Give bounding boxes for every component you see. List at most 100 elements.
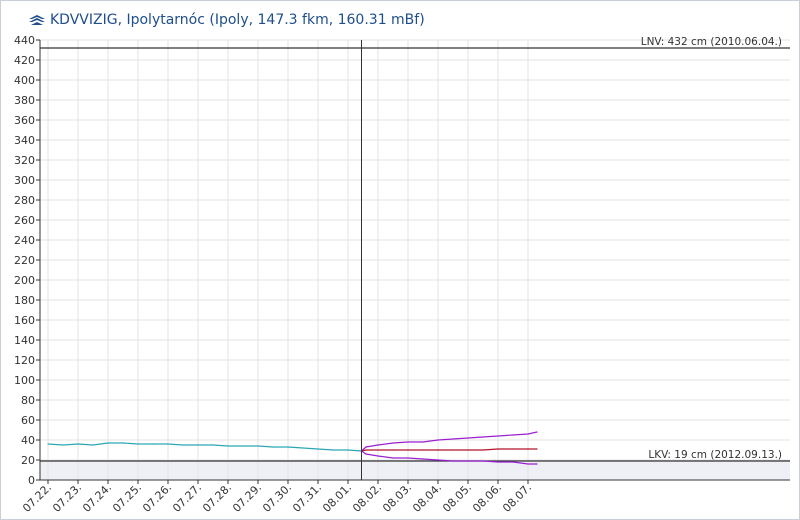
series-point-2	[422, 449, 424, 451]
series-point-1	[497, 435, 499, 437]
series-point-2	[452, 449, 454, 451]
x-tick-label: 07.22.	[20, 481, 54, 515]
y-tick-label: 280	[14, 194, 35, 207]
y-tick-label: 200	[14, 274, 35, 287]
water-level-chart: 0 20 40 60 80 100 120 140 160 180 200 220 240 260 280 3…	[14, 34, 790, 515]
x-tick-label: 08.02.	[350, 481, 384, 515]
x-tick-label: 07.23.	[50, 481, 84, 515]
series-point-0	[122, 442, 124, 444]
y-tick-label: 120	[14, 354, 35, 367]
x-tick-label: 07.25.	[110, 481, 144, 515]
series-point-2	[407, 449, 409, 451]
x-tick-label: 08.03.	[380, 481, 414, 515]
series-point-2	[377, 449, 379, 451]
series-point-3	[467, 460, 469, 462]
series-point-3	[497, 461, 499, 463]
x-tick-label: 07.27.	[170, 481, 204, 515]
x-tick-label: 07.26.	[140, 481, 174, 515]
series-point-3	[536, 463, 538, 465]
grid-lines	[40, 39, 790, 481]
series-point-1	[512, 434, 514, 436]
series-point-3	[512, 461, 514, 463]
series-point-1	[365, 446, 367, 448]
series-point-0	[302, 447, 304, 449]
series-point-0	[197, 444, 199, 446]
series-point-3	[392, 457, 394, 459]
series-point-0	[137, 443, 139, 445]
series-point-3	[437, 459, 439, 461]
series-point-2	[497, 448, 499, 450]
series-point-0	[152, 443, 154, 445]
y-tick-label: 320	[14, 154, 35, 167]
series-point-1	[422, 441, 424, 443]
series-point-3	[407, 457, 409, 459]
series-point-0	[242, 445, 244, 447]
x-tick-label: 07.30.	[260, 481, 294, 515]
series-point-1	[536, 431, 538, 433]
series-point-1	[377, 444, 379, 446]
series-point-2	[392, 449, 394, 451]
series-point-3	[527, 463, 529, 465]
series-point-1	[437, 439, 439, 441]
series-point-3	[452, 460, 454, 462]
series-point-2	[437, 449, 439, 451]
series-point-2	[482, 449, 484, 451]
series-point-0	[167, 443, 169, 445]
y-tick-label: 340	[14, 134, 35, 147]
y-tick-label: 300	[14, 174, 35, 187]
series-point-0	[287, 446, 289, 448]
y-tick-label: 440	[14, 34, 35, 47]
y-tick-label: 80	[21, 394, 35, 407]
y-tick-label: 140	[14, 334, 35, 347]
y-tick-label: 160	[14, 314, 35, 327]
series-line-2	[361, 448, 537, 452]
y-tick-label: 400	[14, 74, 35, 87]
series-point-0	[257, 445, 259, 447]
y-tick-label: 260	[14, 214, 35, 227]
y-tick-label: 20	[21, 454, 35, 467]
series-point-1	[482, 436, 484, 438]
x-tick-label: 08.05.	[440, 481, 474, 515]
y-tick-label: 380	[14, 94, 35, 107]
y-tick-label: 60	[21, 414, 35, 427]
series-point-0	[317, 448, 319, 450]
series-point-0	[62, 444, 64, 446]
y-tick-label: 40	[21, 434, 35, 447]
series-point-0	[272, 446, 274, 448]
series-point-3	[422, 458, 424, 460]
series-point-0	[107, 442, 109, 444]
series-point-0	[77, 443, 79, 445]
series-point-0	[92, 444, 94, 446]
below-lkv-area	[40, 461, 790, 480]
y-tick-label: 180	[14, 294, 35, 307]
series-point-1	[527, 433, 529, 435]
lnv-label: LNV: 432 cm (2010.06.04.)	[641, 36, 782, 48]
y-tick-label: 0	[28, 474, 35, 487]
x-tick-label: 07.31.	[290, 481, 324, 515]
series-point-0	[347, 449, 349, 451]
series-point-3	[482, 460, 484, 462]
x-tick-label: 07.28.	[200, 481, 234, 515]
below-lkv-band	[40, 461, 790, 480]
series-line-1	[361, 431, 538, 452]
y-tick-label: 360	[14, 114, 35, 127]
y-tick-labels: 0 20 40 60 80 100 120 140 160 180 200 220 240 260 280 3…	[14, 34, 40, 487]
series-point-2	[527, 448, 529, 450]
series-point-0	[212, 444, 214, 446]
series-point-2	[536, 448, 538, 450]
series-line-0	[47, 442, 362, 452]
y-tick-label: 220	[14, 254, 35, 267]
series-point-1	[467, 437, 469, 439]
series-point-1	[452, 438, 454, 440]
x-tick-label: 08.01.	[320, 481, 354, 515]
series-point-0	[227, 445, 229, 447]
series-point-2	[512, 448, 514, 450]
x-tick-label: 08.07.	[500, 481, 534, 515]
x-tick-label: 07.29.	[230, 481, 264, 515]
x-tick-label: 08.04.	[410, 481, 444, 515]
series-point-3	[365, 453, 367, 455]
series-point-2	[365, 449, 367, 451]
series-point-1	[392, 442, 394, 444]
series-point-0	[47, 443, 49, 445]
lkv-label: LKV: 19 cm (2012.09.13.)	[648, 449, 782, 461]
